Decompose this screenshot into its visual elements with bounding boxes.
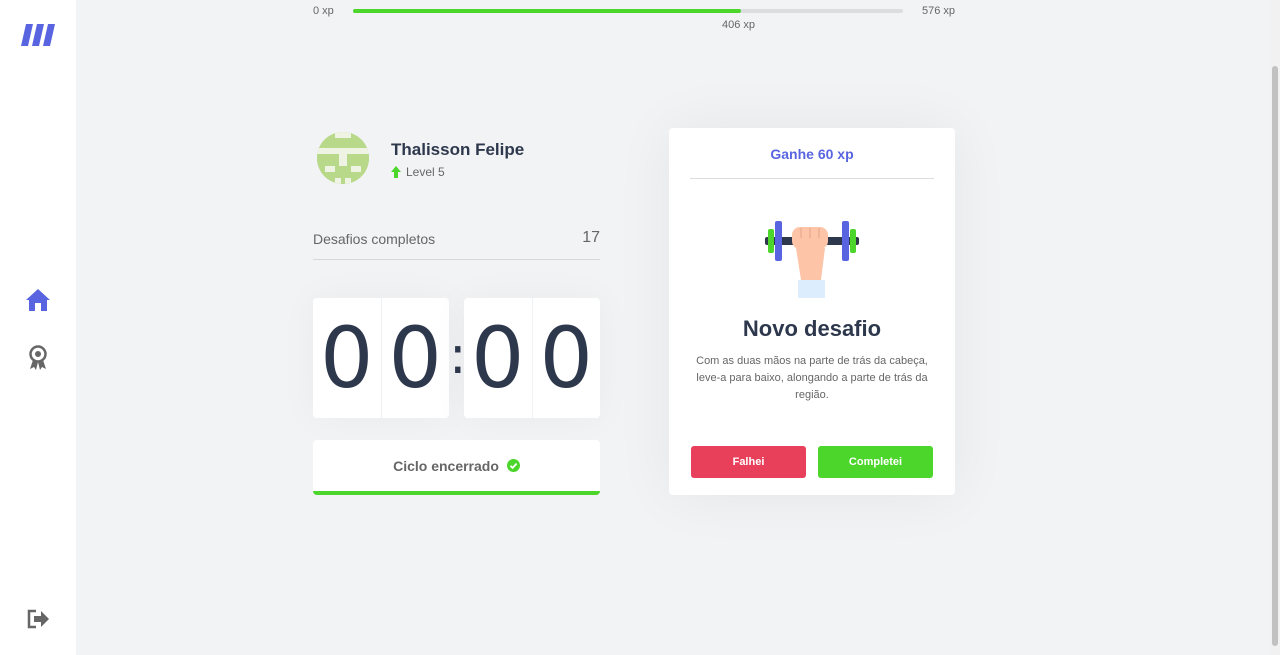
xp-min-label: 0 xp: [313, 5, 334, 17]
second-digit-left: 0: [471, 309, 525, 407]
minute-digit-left: 0: [320, 309, 374, 407]
xp-track: [353, 9, 903, 13]
completed-challenges-count: 17: [582, 229, 600, 246]
award-icon[interactable]: [24, 344, 52, 372]
user-name: Thalisson Felipe: [391, 140, 525, 159]
cycle-ended-label: Ciclo encerrado: [393, 457, 499, 474]
body-dumbbell-icon: [763, 218, 861, 300]
logout-icon[interactable]: [24, 605, 52, 633]
level-label: Level 5: [406, 165, 445, 179]
completed-challenges: Desafios completos 17: [313, 218, 600, 260]
xp-max-label: 576 xp: [921, 5, 955, 17]
check-circle-icon: [506, 459, 520, 472]
home-icon[interactable]: [24, 286, 52, 314]
second-digit-right: 0: [531, 298, 601, 418]
countdown-seconds: 0 0: [464, 298, 600, 418]
countdown-separator: :: [449, 326, 467, 386]
challenge-description: Com as duas mãos na parte de trás da cab…: [696, 355, 928, 401]
xp-current-label: 406 xp: [722, 19, 756, 31]
scrollbar-thumb[interactable]: [1272, 66, 1278, 646]
sidebar: [0, 0, 76, 655]
logo: [20, 20, 56, 50]
challenge-title: Novo desafio: [742, 316, 882, 341]
completed-challenges-label: Desafios completos: [313, 231, 436, 247]
minute-digit-right: 0: [380, 298, 450, 418]
challenge-card: Ganhe 60 xp Novo desafio Com as duas mão…: [669, 128, 955, 495]
countdown-minutes: 0 0: [313, 298, 449, 418]
profile: Thalisson Felipe Level 5: [313, 130, 600, 186]
xp-progress-fill: [353, 9, 741, 13]
challenge-reward: Ganhe 60 xp: [770, 146, 854, 162]
level-up-arrow-icon: [391, 166, 401, 178]
avatar: [317, 132, 369, 184]
challenge-header: Ganhe 60 xp: [690, 128, 934, 179]
countdown: 0 0 : 0 0: [313, 298, 600, 418]
complete-button[interactable]: Completei: [818, 446, 933, 478]
fail-button[interactable]: Falhei: [691, 446, 806, 478]
level-row: Level 5: [391, 165, 445, 179]
scrollbar[interactable]: [1270, 0, 1280, 655]
experience-bar: 0 xp 406 xp 576 xp: [313, 0, 955, 36]
cycle-ended-button[interactable]: Ciclo encerrado: [313, 440, 600, 495]
